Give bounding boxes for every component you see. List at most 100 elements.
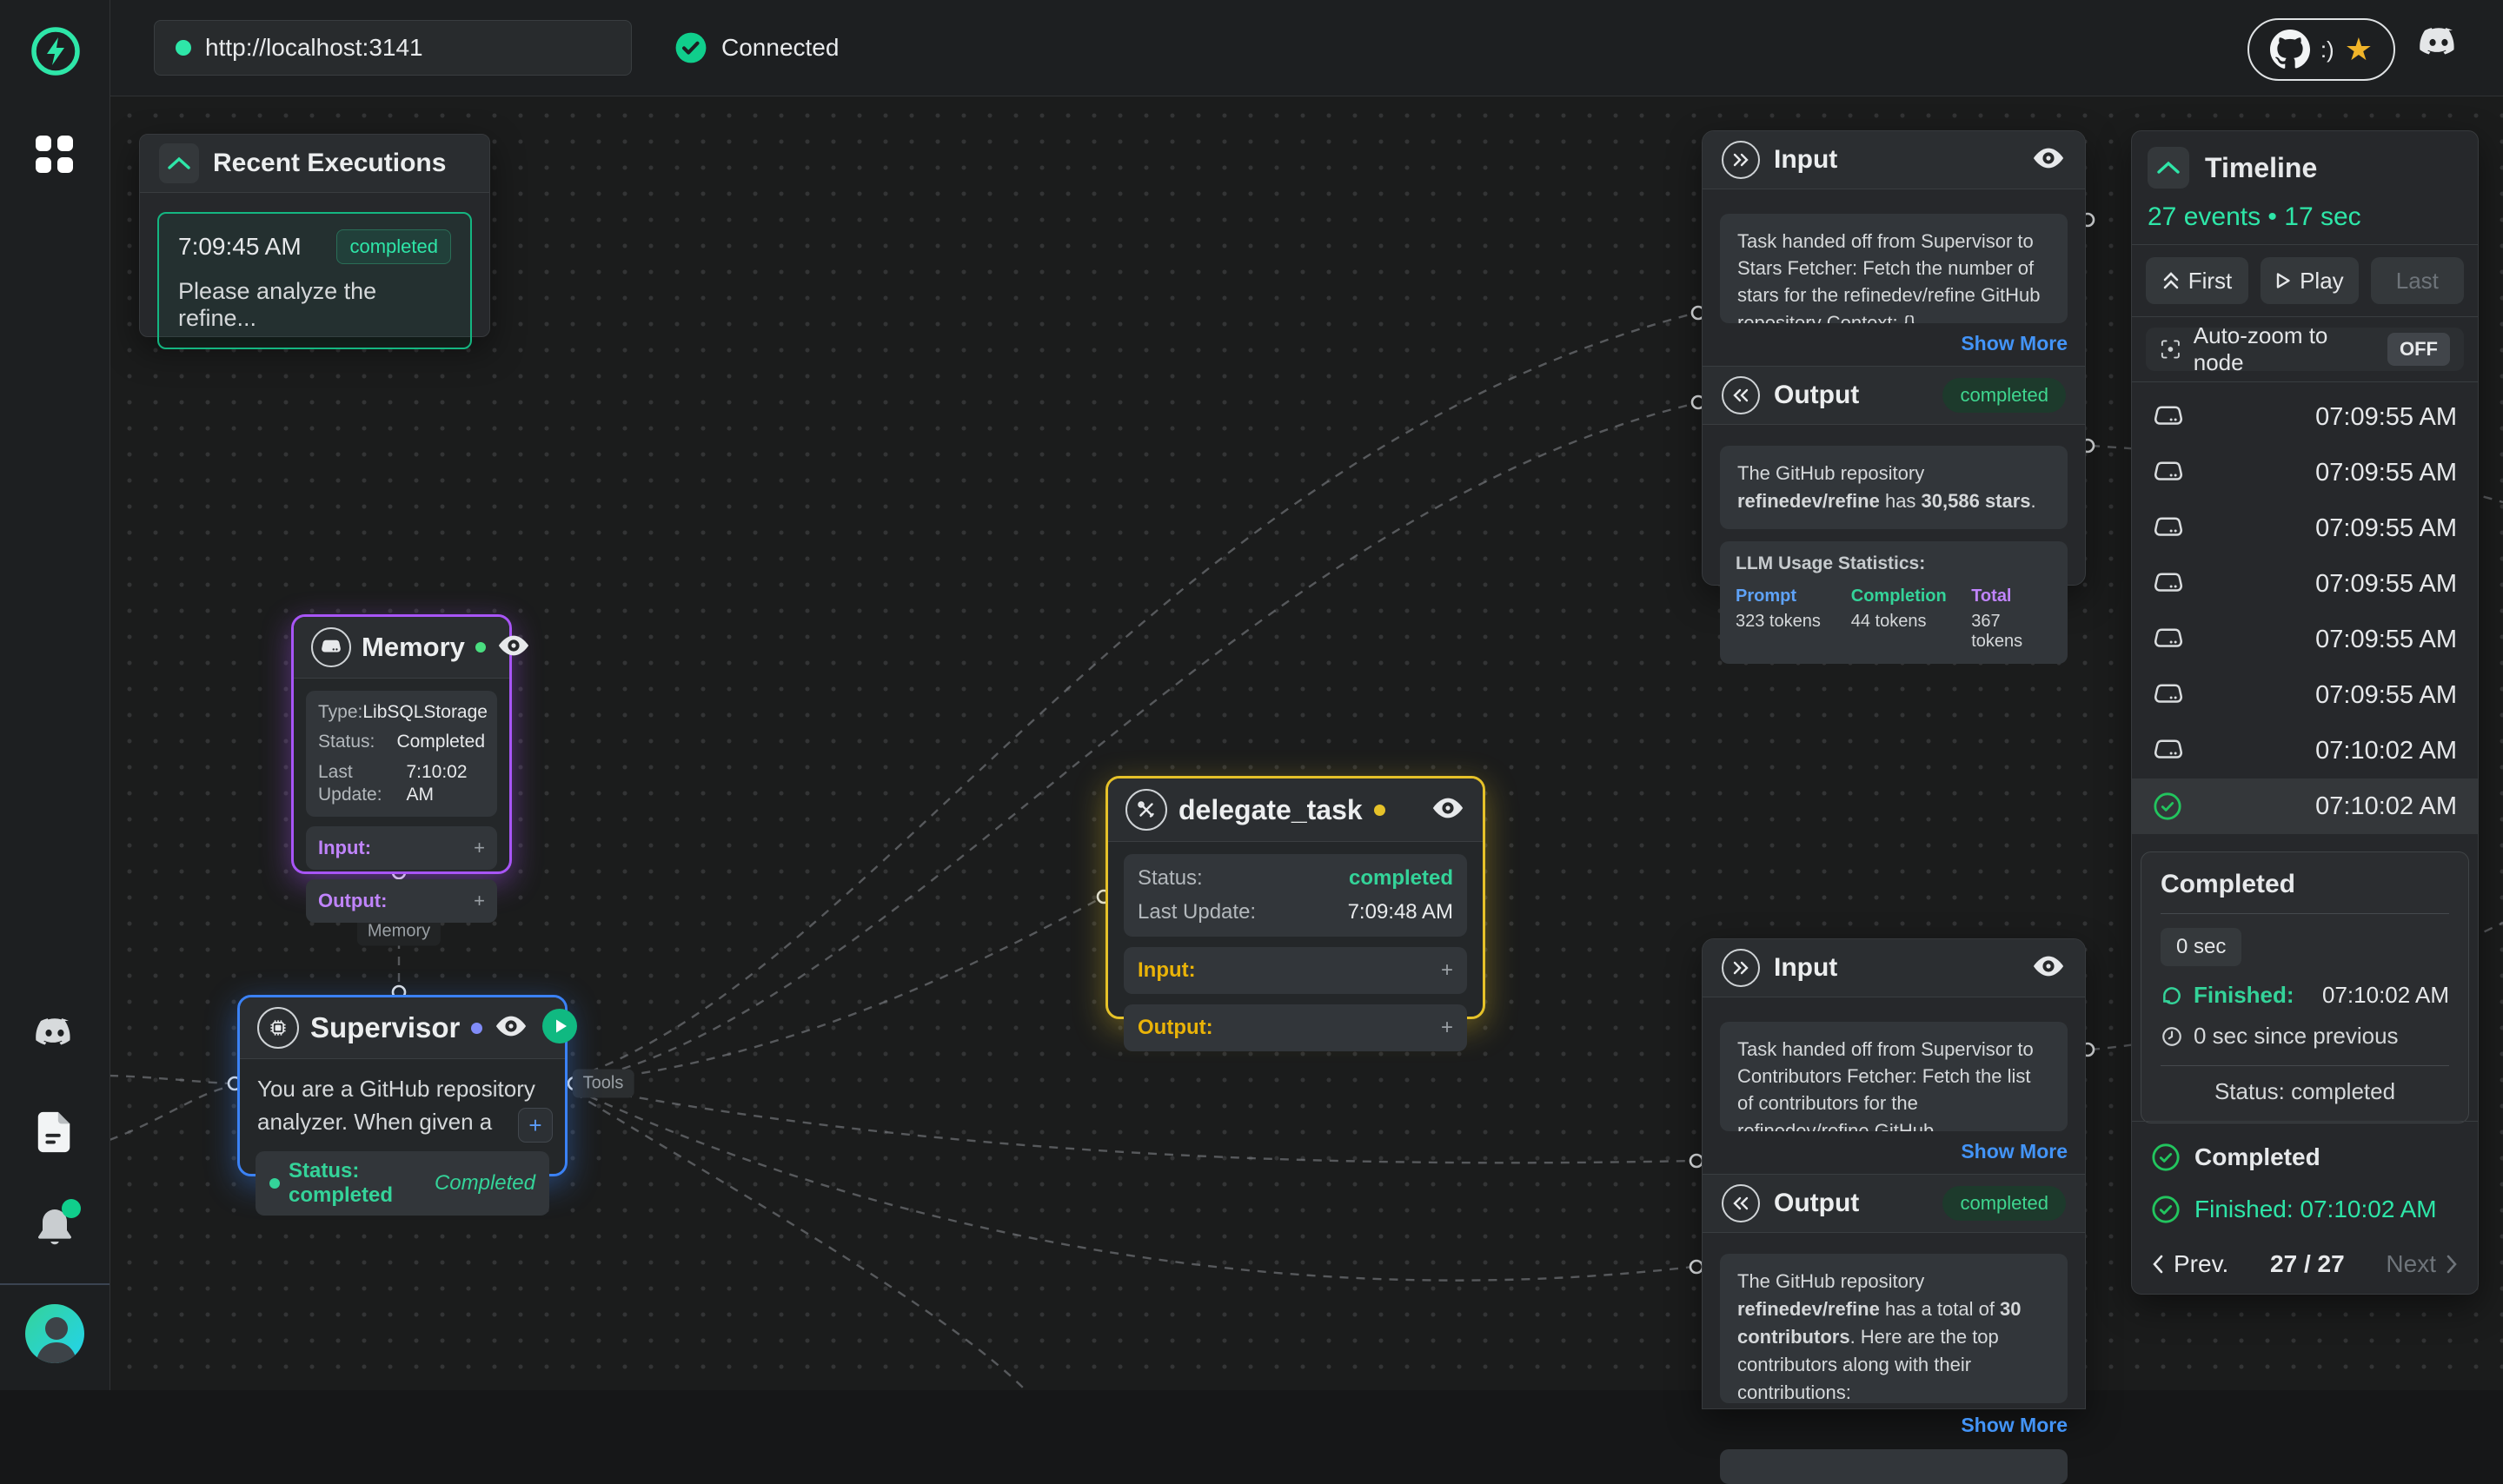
first-event-button[interactable]: First [2146, 257, 2248, 304]
timeline-event-row[interactable]: 07:09:55 AM [2132, 500, 2478, 556]
recent-executions-title: Recent Executions [213, 149, 446, 178]
memory-update-label: Last Update: [318, 761, 406, 807]
timeline-event-row[interactable]: 07:10:02 AM [2132, 723, 2478, 778]
event-time: 07:09:55 AM [2315, 403, 2457, 432]
drive-event-icon [2153, 738, 2184, 764]
event-time: 07:09:55 AM [2315, 459, 2457, 487]
memory-node-title: Memory [362, 632, 465, 663]
eye-icon[interactable] [494, 1015, 528, 1042]
timeline-event-row[interactable]: 07:09:55 AM [2132, 556, 2478, 612]
event-time: 07:09:55 AM [2315, 570, 2457, 599]
plus-icon[interactable]: + [474, 837, 485, 859]
page-indicator: 27 / 27 [2270, 1250, 2345, 1278]
delegate-update-value: 7:09:48 AM [1348, 899, 1453, 925]
run-status: Completed [2194, 1143, 2320, 1171]
collapse-timeline-button[interactable] [2148, 147, 2189, 189]
timeline-event-row-selected[interactable]: 07:10:02 AM [2132, 778, 2478, 834]
check-circle-icon [2151, 1195, 2181, 1224]
auto-zoom-toggle[interactable]: Auto-zoom to node OFF [2146, 328, 2464, 371]
timeline-event-row[interactable]: 07:09:55 AM [2132, 389, 2478, 445]
docs-link[interactable] [36, 1110, 74, 1158]
apps-grid-icon[interactable] [36, 136, 73, 173]
collapse-recent-button[interactable] [159, 143, 199, 183]
prev-page-button[interactable]: Prev. [2151, 1250, 2228, 1278]
supervisor-status-text: Status: completed [289, 1159, 435, 1208]
auto-zoom-state: OFF [2387, 333, 2450, 366]
github-star-button[interactable]: :) ★ [2247, 18, 2395, 81]
discord-link[interactable] [2416, 26, 2461, 67]
memory-status-label: Status: [318, 731, 375, 753]
eye-icon[interactable] [1431, 797, 1465, 824]
expand-instructions-button[interactable]: + [518, 1108, 553, 1143]
completion-tokens: 44 tokens [1851, 612, 1971, 632]
event-duration-badge: 0 sec [2161, 928, 2241, 966]
memory-output-expander[interactable]: Output: + [306, 879, 497, 923]
notifications-button[interactable] [34, 1206, 76, 1254]
grid-dot [36, 157, 51, 173]
agent-chip-icon [257, 1007, 299, 1049]
tools-icon [1125, 789, 1167, 831]
timeline-event-row[interactable]: 07:09:55 AM [2132, 667, 2478, 723]
supervisor-status-dot [471, 1023, 482, 1034]
memory-type-label: Type: [318, 701, 362, 724]
sidebar-discord-link[interactable] [32, 1017, 77, 1057]
delegate-task-node-title: delegate_task [1178, 794, 1363, 826]
eye-icon[interactable] [2031, 147, 2066, 174]
delegate-output-expander[interactable]: Output: + [1124, 1004, 1467, 1051]
event-details-heading: Completed [2161, 870, 2449, 899]
output-chevrons-icon [1722, 376, 1760, 414]
show-more-link[interactable]: Show More [1720, 332, 2068, 355]
run-agent-button[interactable] [542, 1009, 577, 1048]
plus-icon[interactable]: + [1441, 958, 1453, 983]
lightning-icon [30, 25, 82, 77]
contrib-input-title: Input [1774, 953, 1837, 983]
repo-name: refinedev/refine [1737, 1298, 1880, 1320]
connection-status: Connected [674, 20, 839, 76]
completion-label: Completion [1851, 586, 1971, 606]
plus-icon[interactable]: + [474, 890, 485, 912]
play-timeline-button[interactable]: Play [2261, 257, 2359, 304]
memory-input-expander[interactable]: Input:+ [306, 826, 497, 870]
stars-input-text: Task handed off from Supervisor to Stars… [1720, 214, 2068, 323]
timeline-summary: 27 events • 17 sec [2148, 202, 2462, 232]
drive-event-icon [2153, 682, 2184, 708]
delegate-task-node[interactable]: delegate_task Status:completed Last Upda… [1105, 776, 1485, 1019]
execution-item[interactable]: 7:09:45 AM completed Please analyze the … [157, 212, 472, 349]
delegate-status-value: completed [1349, 865, 1453, 891]
play-outline-icon [2275, 272, 2291, 289]
server-url-input[interactable]: http://localhost:3141 [154, 20, 632, 76]
event-time: 07:09:55 AM [2315, 514, 2457, 543]
show-more-link[interactable]: Show More [1720, 1140, 2068, 1163]
memory-output-label: Output: [318, 890, 387, 912]
event-time: 07:10:02 AM [2315, 792, 2457, 821]
delegate-info-card: Status:completed Last Update:7:09:48 AM [1124, 854, 1467, 937]
event-status-text: Status: completed [2161, 1078, 2449, 1105]
show-more-link[interactable]: Show More [1720, 1414, 2068, 1437]
delegate-output-label: Output: [1138, 1016, 1213, 1040]
eye-icon[interactable] [496, 634, 531, 661]
delegate-input-expander[interactable]: Input:+ [1124, 947, 1467, 994]
star-count: 30,586 stars [1922, 490, 2031, 512]
avatar[interactable] [25, 1304, 84, 1363]
edge-label-tools: Tools [573, 1070, 634, 1098]
connected-check-icon [674, 31, 707, 64]
sidebar-divider [0, 1283, 110, 1285]
event-details-card: Completed 0 sec Finished: 07:10:02 AM 0 … [2141, 851, 2469, 1123]
server-status-dot [176, 40, 191, 56]
execution-time: 7:09:45 AM [178, 233, 302, 261]
plus-icon[interactable]: + [1441, 1016, 1453, 1040]
grid-dot [36, 136, 51, 151]
last-event-button[interactable]: Last [2371, 257, 2464, 304]
supervisor-node[interactable]: Supervisor You are a GitHub repository a… [237, 995, 568, 1176]
first-button-label: First [2188, 268, 2233, 295]
output-status-badge: completed [1942, 378, 2066, 413]
focus-icon [2160, 338, 2181, 361]
next-page-button[interactable]: Next [2386, 1250, 2459, 1278]
timeline-event-row[interactable]: 07:09:55 AM [2132, 612, 2478, 667]
app-logo[interactable] [30, 25, 82, 82]
llm-usage-card-cropped [1720, 1449, 2068, 1484]
timeline-event-row[interactable]: 07:09:55 AM [2132, 445, 2478, 500]
server-url-text: http://localhost:3141 [205, 34, 423, 62]
memory-node[interactable]: Memory Type:LibSQLStorage Status:Complet… [291, 614, 512, 874]
eye-icon[interactable] [2031, 955, 2066, 982]
